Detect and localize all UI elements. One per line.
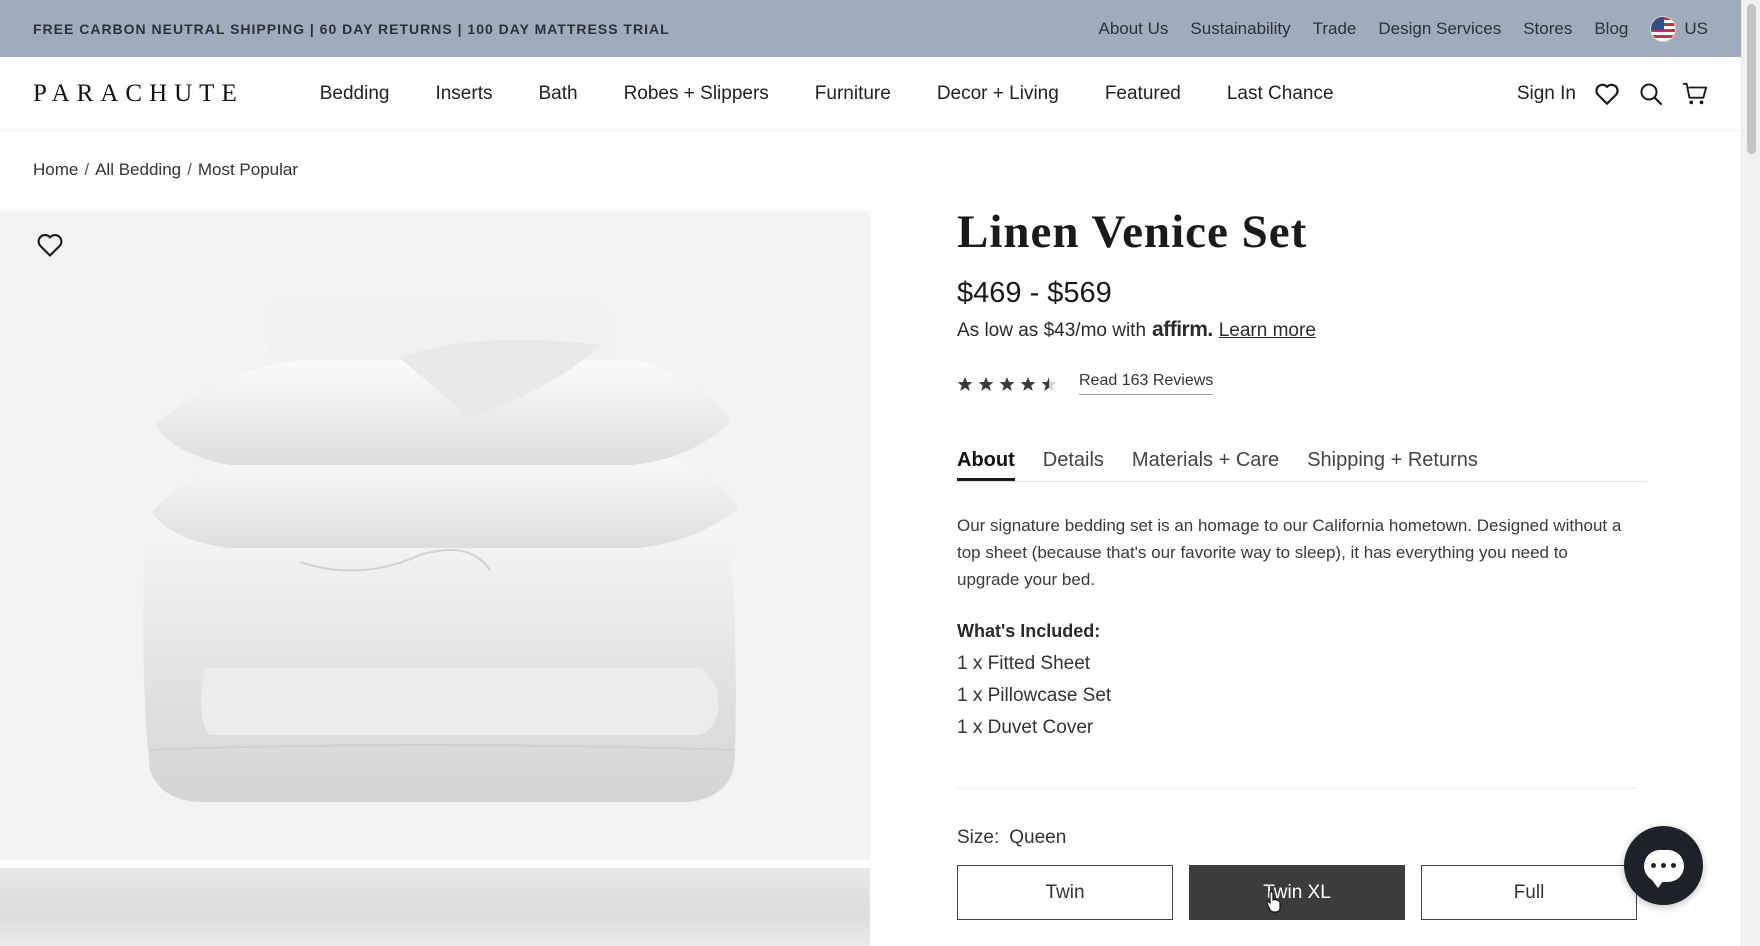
rating-row: Read 163 Reviews xyxy=(957,372,1637,395)
page-scrollbar[interactable] xyxy=(1741,0,1760,946)
category-menu: Bedding Inserts Bath Robes + Slippers Fu… xyxy=(320,83,1357,105)
menu-item-decor-living[interactable]: Decor + Living xyxy=(914,83,1082,105)
bedding-stack-illustration xyxy=(143,298,738,802)
size-label: Size: xyxy=(957,827,1000,848)
promo-bar: FREE CARBON NEUTRAL SHIPPING | 60 DAY RE… xyxy=(0,0,1741,57)
utility-nav: About Us Sustainability Trade Design Ser… xyxy=(1098,15,1708,42)
star-full-icon xyxy=(978,376,994,391)
rating-stars xyxy=(957,376,1057,392)
size-option-full[interactable]: Full xyxy=(1421,865,1637,920)
util-link-sustainability[interactable]: Sustainability xyxy=(1190,19,1290,39)
menu-item-furniture[interactable]: Furniture xyxy=(792,83,914,105)
star-full-icon xyxy=(999,376,1015,391)
financing-text: As low as $43/mo with xyxy=(957,320,1147,341)
breadcrumb: Home / All Bedding / Most Popular xyxy=(33,160,298,180)
size-options: Twin Twin XL Full xyxy=(957,865,1637,920)
menu-item-featured[interactable]: Featured xyxy=(1082,83,1204,105)
cart-icon[interactable] xyxy=(1682,81,1708,107)
product-image-secondary[interactable] xyxy=(0,868,870,946)
product-tabs: About Details Materials + Care Shipping … xyxy=(957,449,1647,482)
add-to-wishlist-heart-icon[interactable] xyxy=(36,232,68,264)
breadcrumb-most-popular[interactable]: Most Popular xyxy=(198,160,298,180)
product-title: Linen Venice Set xyxy=(957,206,1308,258)
size-label-row: Size: Queen xyxy=(957,827,1637,849)
logo[interactable]: PARACHUTE xyxy=(33,80,244,108)
whats-included: What's Included: 1 x Fitted Sheet 1 x Pi… xyxy=(957,621,1637,744)
product-price: $469 - $569 xyxy=(957,277,1112,309)
tab-details[interactable]: Details xyxy=(1043,449,1104,481)
heart-icon[interactable] xyxy=(1594,81,1620,107)
included-item: 1 x Fitted Sheet xyxy=(957,653,1091,674)
tab-shipping-returns[interactable]: Shipping + Returns xyxy=(1307,449,1478,481)
tab-materials-care[interactable]: Materials + Care xyxy=(1132,449,1279,481)
section-divider xyxy=(957,788,1637,789)
product-details: Linen Venice Set $469 - $569 As low as $… xyxy=(957,205,1647,920)
nav-actions: Sign In xyxy=(1517,81,1708,107)
breadcrumb-all-bedding[interactable]: All Bedding xyxy=(95,160,181,180)
tab-about[interactable]: About xyxy=(957,449,1015,481)
promo-text: FREE CARBON NEUTRAL SHIPPING | 60 DAY RE… xyxy=(33,20,670,37)
util-link-about-us[interactable]: About Us xyxy=(1098,19,1168,39)
financing-line: As low as $43/mo with affirm. Learn more xyxy=(957,318,1637,342)
size-option-twin-xl[interactable]: Twin XL xyxy=(1189,865,1405,920)
util-link-stores[interactable]: Stores xyxy=(1523,19,1572,39)
included-item: 1 x Duvet Cover xyxy=(957,717,1094,738)
us-flag-icon xyxy=(1650,15,1677,42)
product-description: Our signature bedding set is an homage t… xyxy=(957,516,1622,589)
size-selected-value: Queen xyxy=(1009,827,1067,848)
search-icon[interactable] xyxy=(1638,81,1664,107)
menu-item-inserts[interactable]: Inserts xyxy=(412,83,515,105)
star-full-icon xyxy=(957,376,973,391)
menu-item-bath[interactable]: Bath xyxy=(515,83,600,105)
breadcrumb-separator: / xyxy=(84,160,90,179)
breadcrumb-home[interactable]: Home xyxy=(33,160,78,180)
included-heading: What's Included: xyxy=(957,621,1101,641)
scrollbar-thumb[interactable] xyxy=(1747,4,1756,154)
product-image[interactable] xyxy=(0,210,870,860)
mouse-cursor-icon xyxy=(1266,891,1281,913)
included-item: 1 x Pillowcase Set xyxy=(957,685,1112,706)
chat-launcher-button[interactable] xyxy=(1624,826,1703,905)
breadcrumb-separator: / xyxy=(187,160,192,179)
chat-icon xyxy=(1643,849,1684,888)
util-link-design-services[interactable]: Design Services xyxy=(1378,19,1501,39)
affirm-logo: affirm. xyxy=(1152,318,1213,341)
size-option-twin[interactable]: Twin xyxy=(957,865,1173,920)
locale-label: US xyxy=(1684,18,1708,38)
util-link-blog[interactable]: Blog xyxy=(1594,19,1628,39)
main-nav: PARACHUTE Bedding Inserts Bath Robes + S… xyxy=(0,57,1741,131)
util-link-trade[interactable]: Trade xyxy=(1313,19,1357,39)
sign-in-link[interactable]: Sign In xyxy=(1517,83,1576,105)
menu-item-last-chance[interactable]: Last Chance xyxy=(1204,83,1357,105)
locale-selector[interactable]: US xyxy=(1650,15,1708,42)
star-half-icon xyxy=(1041,376,1057,391)
menu-item-robes-slippers[interactable]: Robes + Slippers xyxy=(601,83,792,105)
read-reviews-link[interactable]: Read 163 Reviews xyxy=(1079,372,1214,395)
star-full-icon xyxy=(1020,376,1036,391)
menu-item-bedding[interactable]: Bedding xyxy=(320,83,413,105)
learn-more-link[interactable]: Learn more xyxy=(1219,320,1316,342)
